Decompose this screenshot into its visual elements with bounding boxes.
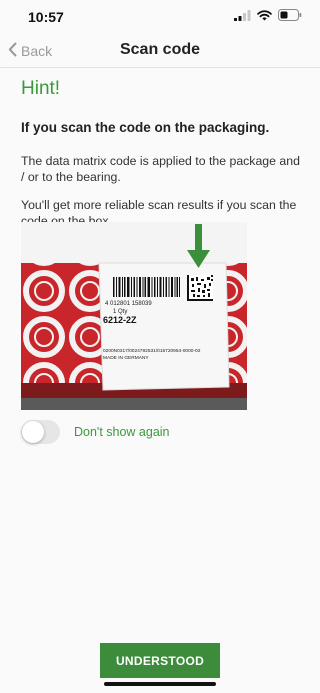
dont-show-again-row: Don't show again <box>21 420 170 444</box>
nav-bar: Back Scan code <box>0 34 320 68</box>
code-line: 0200N0317/0024792531/016720954-0000-02 <box>103 348 201 354</box>
hint-paragraph-1: The data matrix code is applied to the p… <box>21 154 300 184</box>
understood-button[interactable]: UNDERSTOOD <box>100 643 220 678</box>
part-number: 6212-2Z <box>103 315 137 325</box>
page-title: Scan code <box>119 41 201 58</box>
status-icons <box>234 8 302 26</box>
toggle-knob <box>22 421 44 443</box>
wifi-icon <box>257 8 272 26</box>
made-in-label: MADE IN GERMANY <box>103 355 149 361</box>
dont-show-again-label[interactable]: Don't show again <box>74 425 170 439</box>
barcode-number: 4 012801 158039 <box>105 301 152 307</box>
status-time: 10:57 <box>28 9 64 25</box>
home-indicator <box>104 682 216 686</box>
status-bar: 10:57 <box>0 0 320 34</box>
hint-content: Hint! If you scan the code on the packag… <box>21 78 303 241</box>
dont-show-again-toggle[interactable] <box>21 420 60 444</box>
packaging-illustration: 4 012801 158039 1 Qty 6212-2Z 0200N0317/… <box>21 222 247 410</box>
signal-icon <box>234 8 251 26</box>
battery-icon <box>278 8 302 26</box>
packaging-photo: 4 012801 158039 1 Qty 6212-2Z 0200N0317/… <box>21 222 247 410</box>
hint-heading: If you scan the code on the packaging. <box>21 120 270 135</box>
hint-title: Hint! <box>21 78 61 99</box>
